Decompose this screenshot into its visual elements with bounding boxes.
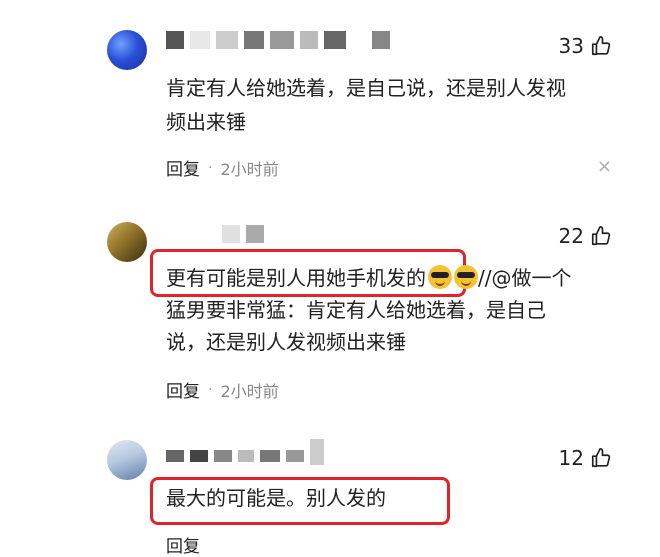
reply-button[interactable]: 回复 [166,532,200,557]
comment-text-line: 频出来锤 [166,110,246,134]
sunglasses-emoji-icon [428,265,452,289]
sunglasses-emoji-icon [454,265,478,289]
like-button[interactable]: 22 [559,224,612,248]
like-button[interactable]: 12 [559,446,612,470]
avatar[interactable] [107,222,147,262]
comment-meta: 回复 · 2小时前 [166,377,279,403]
avatar[interactable] [107,440,147,480]
comment-meta: 回复 [166,532,200,557]
comment-text-line: 猛男要非常猛：肯定有人给她选着，是自己 [166,298,546,322]
thumbs-up-icon [591,226,611,246]
username-redacted[interactable] [166,439,324,465]
comment-meta: 回复 · 2小时前 [166,155,279,181]
like-button[interactable]: 33 [559,34,612,58]
mention-link[interactable]: //@做一个 [478,266,571,290]
highlighted-text: 更有可能是别人用她手机发的 [166,266,426,290]
comment-text: 更有可能是别人用她手机发的//@做一个 猛男要非常猛：肯定有人给她选着，是自己 … [166,262,571,358]
like-count: 12 [558,446,584,470]
username-redacted[interactable] [166,30,390,50]
thumbs-up-icon [591,448,611,468]
like-count: 33 [558,34,584,58]
close-icon[interactable]: × [597,156,612,177]
comment-text-line: 说，还是别人发视频出来锤 [166,330,406,354]
comment-text-line: 更有可能是别人用她手机发的 //@做一个 [166,262,571,294]
highlighted-text: 最大的可能是。别人发的 [166,486,386,510]
timestamp: 2小时前 [220,381,279,401]
reply-button[interactable]: 回复 [166,155,200,180]
comment-text: 最大的可能是。别人发的 [166,482,386,514]
username-redacted[interactable] [166,224,264,244]
timestamp: 2小时前 [220,159,279,179]
separator-dot: · [208,159,213,176]
comment-text: 肯定有人给她选着，是自己说，还是别人发视 频出来锤 [166,72,566,138]
avatar[interactable] [107,30,147,70]
like-count: 22 [558,224,584,248]
separator-dot: · [208,381,213,398]
thumbs-up-icon [591,36,611,56]
comment-text-line: 肯定有人给她选着，是自己说，还是别人发视 [166,76,566,100]
reply-button[interactable]: 回复 [166,377,200,402]
